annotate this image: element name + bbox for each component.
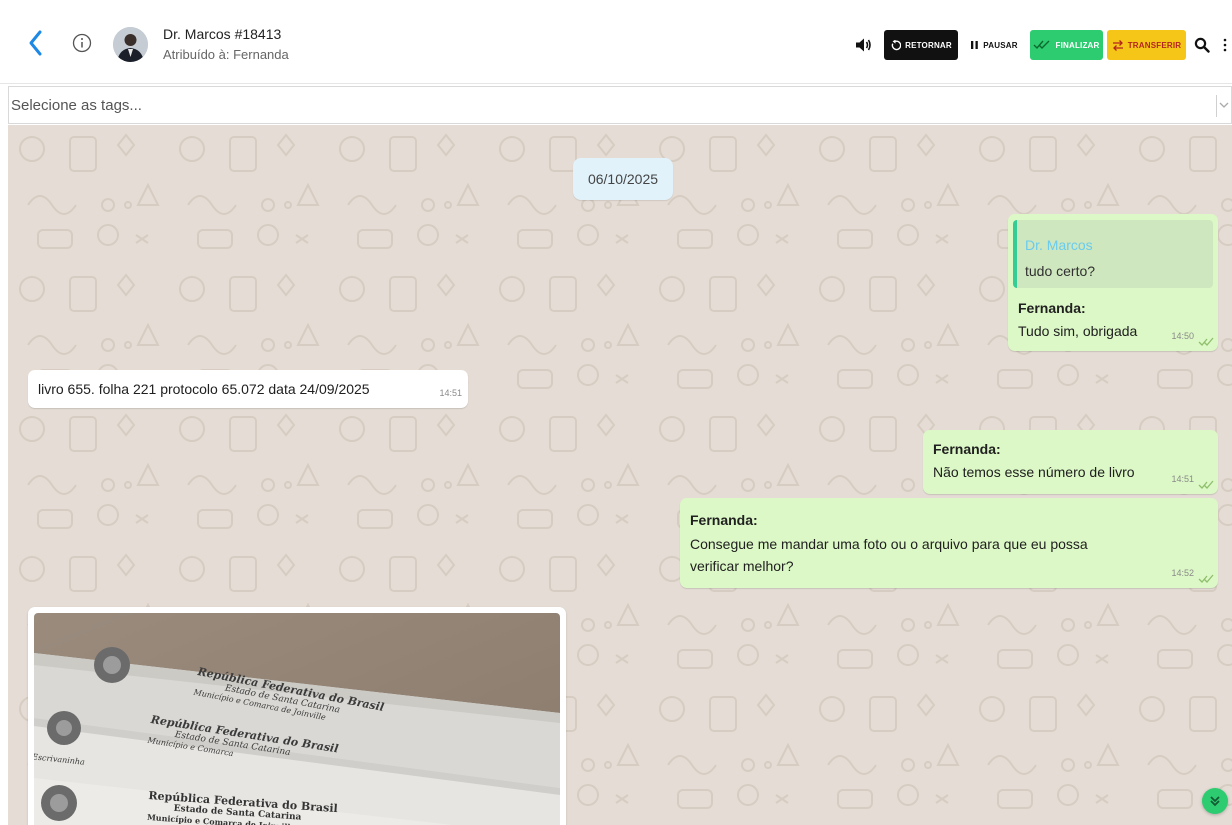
contact-name: Dr. Marcos #18413 (163, 26, 282, 42)
message-text: livro 655. folha 221 protocolo 65.072 da… (38, 381, 370, 397)
quoted-author: Dr. Marcos (1025, 237, 1093, 253)
message-bubble-outgoing[interactable]: Fernanda: Consegue me mandar uma foto ou… (680, 498, 1218, 588)
pause-icon (971, 41, 979, 49)
message-time: 14:51 (1171, 474, 1194, 484)
retornar-label: RETORNAR (905, 40, 952, 50)
finalizar-button[interactable]: FINALIZAR (1030, 30, 1103, 60)
transferir-label: TRANSFERIR (1127, 40, 1182, 50)
chat-messages-area: 06/10/2025 Dr. Marcos tudo certo? Fernan… (8, 125, 1232, 825)
chevron-down-icon[interactable] (1219, 98, 1229, 112)
document-photo-image (34, 613, 560, 825)
document-photo[interactable]: República Federativa do Brasil Estado de… (34, 613, 560, 825)
assigned-to-label: Atribuído à: Fernanda (163, 47, 289, 62)
transferir-button[interactable]: TRANSFERIR (1107, 30, 1186, 60)
action-toolbar: RETORNAR PAUSAR FINALIZAR TRANSFERIR (832, 30, 1232, 60)
back-chevron-icon[interactable] (24, 28, 48, 58)
message-sender: Fernanda: (1018, 300, 1086, 316)
retornar-button[interactable]: RETORNAR (884, 30, 958, 60)
message-sender: Fernanda: (690, 512, 758, 528)
message-bubble-outgoing[interactable]: Dr. Marcos tudo certo? Fernanda: Tudo si… (1008, 214, 1218, 351)
pausar-button[interactable]: PAUSAR (962, 30, 1026, 60)
message-sender: Fernanda: (933, 441, 1001, 457)
double-check-icon (1198, 574, 1214, 583)
message-text: Tudo sim, obrigada (1018, 323, 1138, 339)
avatar[interactable] (113, 27, 148, 62)
message-time: 14:52 (1171, 568, 1194, 578)
finalizar-label: FINALIZAR (1055, 40, 1100, 50)
tags-separator (1216, 95, 1217, 117)
speaker-icon[interactable] (854, 36, 872, 54)
message-bubble-incoming[interactable]: livro 655. folha 221 protocolo 65.072 da… (28, 370, 468, 408)
info-icon[interactable] (72, 33, 92, 53)
double-check-icon (1198, 480, 1214, 489)
message-time: 14:51 (439, 388, 462, 398)
message-text: Não temos esse número de livro (933, 464, 1135, 480)
message-text-line-2: verificar melhor? (690, 558, 794, 574)
message-bubble-incoming-photo[interactable]: República Federativa do Brasil Estado de… (28, 607, 566, 825)
double-check-icon (1198, 337, 1214, 346)
chat-header: Dr. Marcos #18413 Atribuído à: Fernanda … (0, 0, 1232, 84)
more-vertical-icon[interactable] (1222, 37, 1228, 53)
quoted-message[interactable]: Dr. Marcos tudo certo? (1013, 220, 1213, 288)
double-chevron-down-icon (1210, 796, 1220, 807)
message-bubble-outgoing[interactable]: Fernanda: Não temos esse número de livro… (923, 430, 1218, 494)
tags-select[interactable]: Selecione as tags... (8, 86, 1232, 124)
tags-placeholder: Selecione as tags... (11, 97, 142, 114)
quoted-text: tudo certo? (1025, 263, 1096, 279)
message-text-line-1: Consegue me mandar uma foto ou o arquivo… (690, 536, 1088, 552)
transfer-arrows-icon (1112, 40, 1123, 51)
message-time: 14:50 (1171, 331, 1194, 341)
undo-icon (891, 39, 902, 50)
date-separator: 06/10/2025 (573, 158, 673, 200)
left-edge (0, 84, 8, 825)
pausar-label: PAUSAR (983, 40, 1018, 50)
search-icon[interactable] (1194, 37, 1210, 53)
scroll-to-bottom-button[interactable] (1202, 788, 1228, 814)
double-check-icon (1033, 40, 1050, 50)
